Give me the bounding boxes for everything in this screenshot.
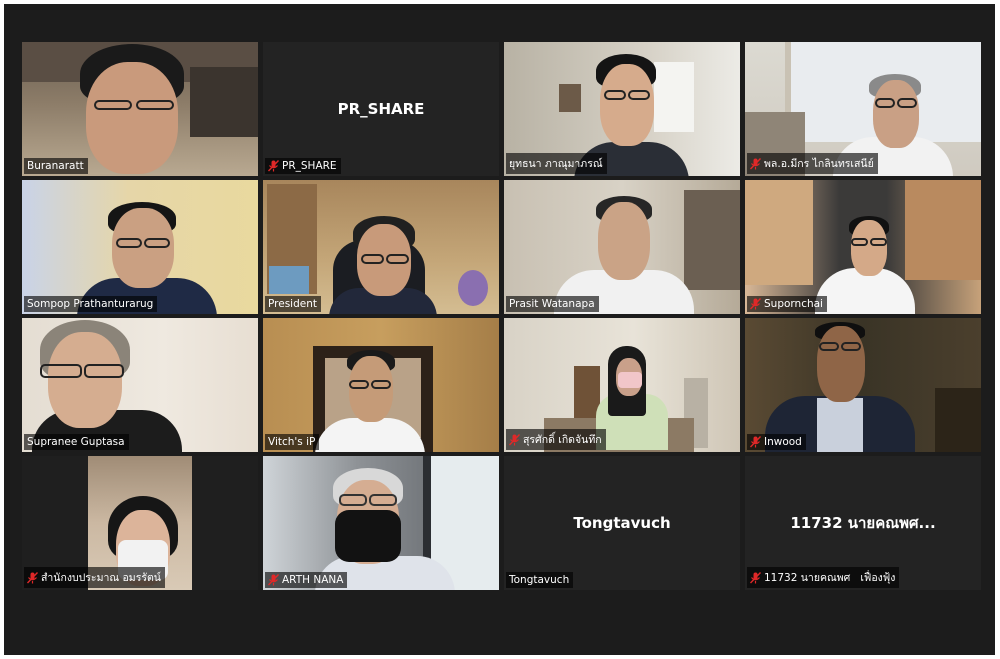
participant-video: [504, 180, 740, 314]
participant-name-label: 11732 นายคณพศ เฟื่องฟุ้ง: [747, 567, 900, 588]
participant-video: [745, 318, 981, 452]
participant-name-label: Sompop Prathanturarug: [24, 296, 158, 312]
participant-tile-prasit[interactable]: Prasit Watanapa: [504, 180, 740, 314]
participant-tile-tongtavuch[interactable]: Tongtavuch Tongtavuch: [504, 456, 740, 590]
participant-tile-inwood[interactable]: Inwood: [745, 318, 981, 452]
participant-name: สำนักงบประมาณ อมรรัตน์: [41, 572, 161, 584]
mic-muted-icon: [509, 433, 520, 446]
participant-tile-buranaratt[interactable]: Buranaratt: [22, 42, 258, 176]
participant-name-label: ARTH NANA: [265, 572, 348, 588]
mic-muted-icon: [750, 571, 761, 584]
participant-tile-vitch[interactable]: Vitch's iP: [263, 318, 499, 452]
participant-name-label: Supornchai: [747, 296, 827, 312]
participant-name-label: Inwood: [747, 434, 806, 450]
participant-tile-arth-nana[interactable]: ARTH NANA: [263, 456, 499, 590]
participant-name-label: Prasit Watanapa: [506, 296, 599, 312]
participant-video: [22, 318, 258, 452]
participant-name: Inwood: [764, 436, 802, 448]
participant-name-label: Vitch's iP: [265, 434, 320, 450]
participant-tile-11732[interactable]: 11732 นายคณพศ... 11732 นายคณพศ เฟื่องฟุ้…: [745, 456, 981, 590]
participant-video: [263, 318, 499, 452]
mic-muted-icon: [268, 160, 279, 172]
participant-name: Buranaratt: [27, 160, 84, 172]
participant-name-label: พล.อ.มีกร ไกลินทรเสนีย์: [747, 153, 878, 174]
participant-name: Prasit Watanapa: [509, 298, 595, 310]
participant-name: Sompop Prathanturarug: [27, 298, 154, 310]
participant-name: Tongtavuch: [509, 574, 570, 586]
participant-video: [22, 180, 258, 314]
participant-center-name: PR_SHARE: [337, 100, 425, 118]
participant-name-label: ยุทธนา ภาณุมาภรณ์: [506, 153, 607, 174]
participant-name: Supornchai: [764, 298, 823, 310]
participant-video: [263, 456, 499, 590]
participant-name-label: PR_SHARE: [265, 158, 341, 174]
participant-tile-surasak[interactable]: สุรศักดิ์ เกิดจันทึก: [504, 318, 740, 452]
participant-name-label: Tongtavuch: [506, 572, 574, 588]
mic-muted-icon: [268, 574, 279, 586]
participant-name: President: [268, 298, 317, 310]
mic-muted-icon: [750, 436, 761, 448]
participant-name: 11732 นายคณพศ เฟื่องฟุ้ง: [764, 572, 896, 584]
participant-name-label: Buranaratt: [24, 158, 88, 174]
mic-muted-icon: [27, 571, 38, 584]
participant-name: PR_SHARE: [282, 160, 337, 172]
participant-name: ARTH NANA: [282, 574, 344, 586]
participant-name: ยุทธนา ภาณุมาภรณ์: [509, 158, 603, 170]
participant-name-label: Supranee Guptasa: [24, 434, 129, 450]
participant-video: [263, 180, 499, 314]
participant-name: พล.อ.มีกร ไกลินทรเสนีย์: [764, 158, 874, 170]
participant-tile-budget-office[interactable]: สำนักงบประมาณ อมรรัตน์: [22, 456, 258, 590]
participant-name-label: President: [265, 296, 321, 312]
participant-tile-president[interactable]: President: [263, 180, 499, 314]
participant-tile-supranee[interactable]: Supranee Guptasa: [22, 318, 258, 452]
mic-muted-icon: [750, 157, 761, 170]
video-gallery: Buranaratt PR_SHARE PR_SHARE ยุทธนา ภาณุ…: [4, 4, 995, 655]
participant-tile-yuthana[interactable]: ยุทธนา ภาณุมาภรณ์: [504, 42, 740, 176]
screenshot-frame: Buranaratt PR_SHARE PR_SHARE ยุทธนา ภาณุ…: [0, 0, 1000, 659]
participant-name: Supranee Guptasa: [27, 436, 125, 448]
participant-video: [745, 180, 981, 314]
participant-name: สุรศักดิ์ เกิดจันทึก: [523, 434, 602, 446]
participant-name-label: สุรศักดิ์ เกิดจันทึก: [506, 429, 606, 450]
participant-tile-general[interactable]: พล.อ.มีกร ไกลินทรเสนีย์: [745, 42, 981, 176]
participant-tile-pr-share[interactable]: PR_SHARE PR_SHARE: [263, 42, 499, 176]
participant-tile-sompop[interactable]: Sompop Prathanturarug: [22, 180, 258, 314]
participant-tile-supornchai[interactable]: Supornchai: [745, 180, 981, 314]
participant-center-name: Tongtavuch: [573, 514, 671, 532]
mic-muted-icon: [750, 298, 761, 310]
participant-video: [22, 42, 258, 176]
participant-name-label: สำนักงบประมาณ อมรรัตน์: [24, 567, 165, 588]
participant-name: Vitch's iP: [268, 436, 316, 448]
